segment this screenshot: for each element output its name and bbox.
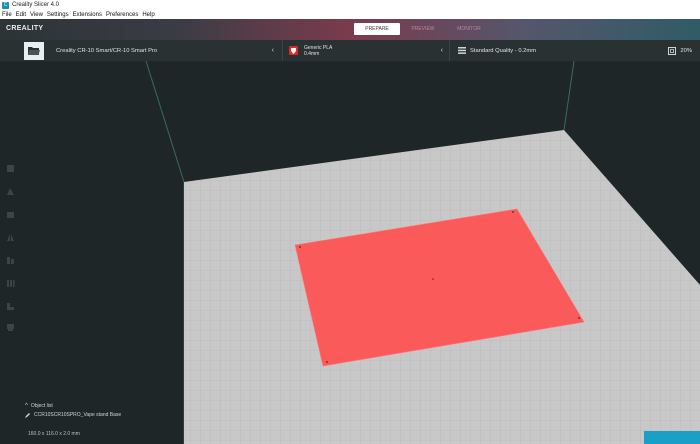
rotate-tool-button[interactable] (2, 206, 19, 223)
support-blocker-button[interactable] (2, 275, 19, 292)
app-icon: C (2, 1, 9, 9)
stage-tabs: PREPARE PREVIEW MONITOR (354, 23, 492, 35)
menu-edit[interactable]: Edit (16, 12, 26, 18)
menu-help[interactable]: Help (142, 12, 154, 18)
material-extruder-badge (289, 46, 298, 55)
scale-tool-button[interactable] (2, 183, 19, 200)
chevron-left-icon: ‹ (440, 47, 443, 54)
stage-header: CREALITY PREPARE PREVIEW MONITOR (0, 19, 700, 40)
per-model-settings-button[interactable] (2, 252, 19, 269)
window-title: Creality Slicer 4.0 (12, 2, 60, 8)
material-selector[interactable]: Generic PLA 0.4mm ‹ (282, 40, 450, 61)
lay-flat-button[interactable] (2, 319, 19, 336)
folder-icon (28, 47, 40, 55)
open-file-button[interactable] (24, 42, 44, 60)
extruder-icon (291, 47, 296, 54)
tab-prepare[interactable]: PREPARE (354, 23, 400, 35)
mirror-tool-icon (7, 234, 14, 241)
object-list-toggle[interactable]: ^ Object list (25, 403, 121, 409)
rotate-tool-icon (7, 212, 14, 218)
tree-support-icon (7, 303, 14, 310)
scale-tool-icon (7, 188, 14, 195)
slice-button[interactable] (644, 431, 700, 444)
object-file-row[interactable]: CCR10SCR10SPRO_Vape stand Base (25, 412, 121, 418)
object-list-label: Object list (30, 403, 53, 409)
menu-preferences[interactable]: Preferences (106, 12, 138, 18)
menu-settings[interactable]: Settings (47, 12, 69, 18)
tab-monitor[interactable]: MONITOR (446, 23, 492, 35)
menu-file[interactable]: File (2, 12, 12, 18)
infill-icon (668, 46, 677, 55)
mirror-tool-button[interactable] (2, 229, 19, 246)
edit-pencil-icon (25, 413, 30, 418)
object-dimensions: 160.0 x 116.0 x 2.0 mm (28, 431, 80, 437)
print-settings-selector[interactable]: Standard Quality - 0.2mm 20% (452, 40, 700, 61)
printer-name: Creality CR-10 Smart/CR-10 Smart Pro (56, 47, 158, 54)
menu-bar: File Edit View Settings Extensions Prefe… (0, 10, 700, 19)
menu-view[interactable]: View (30, 12, 43, 18)
build-plate-viewport[interactable] (0, 61, 700, 444)
printer-selector[interactable]: Creality CR-10 Smart/CR-10 Smart Pro ‹ (48, 40, 280, 61)
object-list-panel: ^ Object list CCR10SCR10SPRO_Vape stand … (25, 403, 121, 421)
chevron-up-icon: ^ (25, 403, 28, 409)
per-model-settings-icon (7, 257, 14, 264)
object-file-name: CCR10SCR10SPRO_Vape stand Base (34, 412, 122, 418)
move-tool-button[interactable] (2, 160, 19, 177)
chevron-left-icon: ‹ (271, 47, 274, 54)
window-title-bar: C Creality Slicer 4.0 (0, 0, 700, 10)
move-tool-icon (7, 165, 14, 172)
quality-icon (458, 47, 466, 54)
nozzle-size: 0.4mm (304, 50, 320, 57)
creality-logo: CREALITY (6, 25, 44, 32)
menu-extensions[interactable]: Extensions (73, 12, 102, 18)
tree-support-button[interactable] (2, 298, 19, 315)
quality-profile: Standard Quality - 0.2mm (470, 47, 537, 54)
support-blocker-icon (7, 280, 15, 287)
left-toolbar (0, 155, 22, 338)
lay-flat-icon (7, 324, 14, 331)
tab-preview[interactable]: PREVIEW (400, 23, 446, 35)
infill-value: 20% (680, 47, 692, 54)
